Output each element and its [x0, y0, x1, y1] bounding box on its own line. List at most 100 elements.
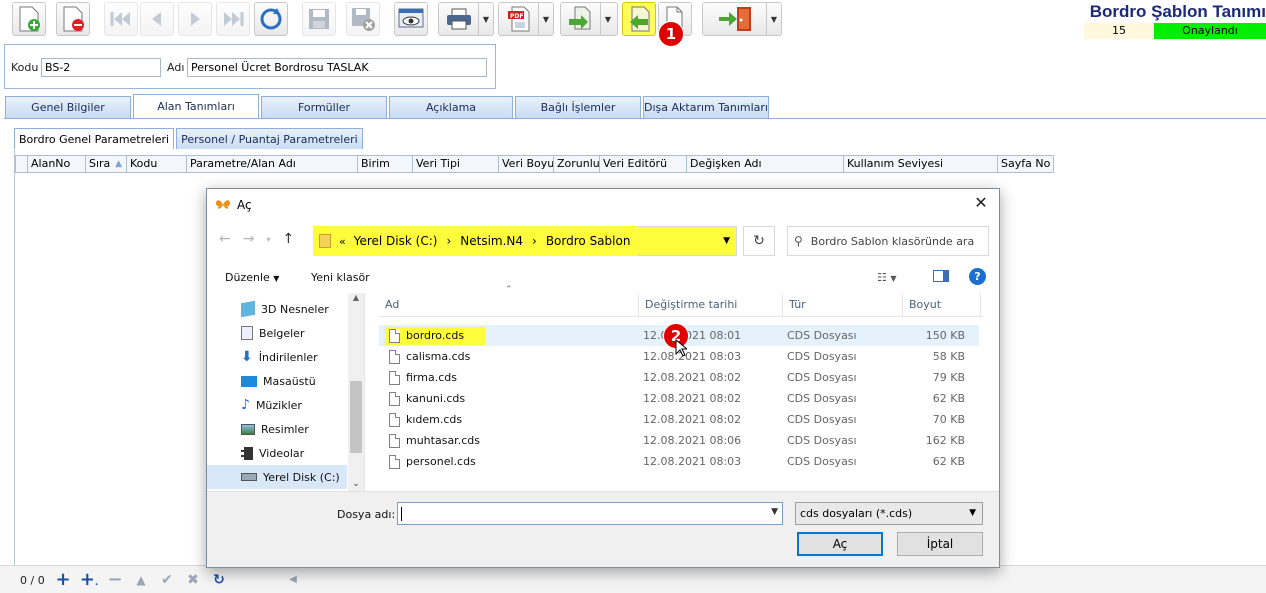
pdf-split-button[interactable]: PDF ▼: [498, 2, 554, 36]
preview-pane-icon[interactable]: [933, 270, 949, 285]
scroll-up-icon[interactable]: ▲: [348, 293, 364, 302]
sidebar-item-videos[interactable]: Videolar: [241, 441, 304, 465]
pdf-button[interactable]: PDF: [499, 3, 539, 35]
tab-alan-tanimlari[interactable]: Alan Tanımları: [133, 94, 259, 118]
nav-scroll-left-icon[interactable]: ◀: [282, 570, 304, 590]
first-record-button[interactable]: [104, 2, 138, 36]
preview-button[interactable]: [394, 2, 428, 36]
column-header-sira[interactable]: Sıra ▲: [86, 156, 127, 172]
cancel-changes-button[interactable]: [346, 2, 380, 36]
tab-bagli-islemler[interactable]: Bağlı İşlemler: [515, 96, 641, 118]
tab-formuller[interactable]: Formüller: [261, 96, 387, 118]
search-input[interactable]: ⚲ Bordro Sablon klasöründe ara: [787, 226, 989, 256]
nav-add-icon[interactable]: +: [52, 570, 74, 590]
sidebar-item-pictures[interactable]: Resimler: [241, 417, 309, 441]
previous-record-button[interactable]: [140, 2, 174, 36]
refresh-folder-icon[interactable]: ↻: [743, 226, 775, 256]
sidebar-item-documents[interactable]: Belgeler: [241, 321, 304, 345]
tab-aciklama[interactable]: Açıklama: [389, 96, 513, 118]
column-size[interactable]: Boyut: [903, 293, 981, 317]
close-icon[interactable]: ✕: [971, 193, 991, 213]
column-header-veri-tipi[interactable]: Veri Tipi: [413, 156, 499, 172]
file-row-kanuni[interactable]: kanuni.cds 12.08.2021 08:02 CDS Dosyası …: [379, 388, 979, 409]
sidebar-item-3d-objects[interactable]: 3D Nesneler: [241, 297, 329, 321]
path-overflow[interactable]: «: [339, 235, 346, 248]
save-button[interactable]: [302, 2, 336, 36]
path-segment-bordro-sablon[interactable]: Bordro Sablon: [546, 234, 631, 248]
file-row-kidem[interactable]: kıdem.cds 12.08.2021 08:02 CDS Dosyası 7…: [379, 409, 979, 430]
nav-apply-icon[interactable]: ✔: [156, 570, 178, 590]
column-header-veri-boyu[interactable]: Veri Boyu: [499, 156, 554, 172]
export-dropdown-icon[interactable]: ▼: [601, 3, 615, 35]
column-header-kullanim-seviyesi[interactable]: Kullanım Seviyesi: [844, 156, 998, 172]
column-header-veri-editoru[interactable]: Veri Editörü: [600, 156, 687, 172]
address-dropdown-icon[interactable]: ▼: [637, 226, 737, 256]
sidebar-scroll-thumb[interactable]: [350, 381, 362, 453]
new-folder-button[interactable]: Yeni klasör: [311, 271, 370, 284]
file-row-firma[interactable]: firma.cds 12.08.2021 08:02 CDS Dosyası 7…: [379, 367, 979, 388]
scroll-down-icon[interactable]: ⌄: [348, 479, 364, 489]
export-button[interactable]: [561, 3, 601, 35]
column-date[interactable]: Değiştirme tarihi: [639, 293, 783, 317]
sidebar-scrollbar[interactable]: ▲ ⌄: [348, 293, 364, 491]
file-icon: [389, 328, 400, 343]
file-type: CDS Dosyası: [787, 434, 857, 447]
path-segment-netsim[interactable]: Netsim.N4: [460, 234, 523, 248]
sidebar-item-desktop[interactable]: Masaüstü: [241, 369, 316, 393]
delete-document-button[interactable]: [56, 2, 90, 36]
nav-up-icon[interactable]: ▲: [130, 570, 152, 590]
column-header-degisken-adi[interactable]: Değişken Adı: [687, 156, 844, 172]
column-header-zorunlu[interactable]: Zorunlu: [554, 156, 600, 172]
up-arrow-icon[interactable]: ↑: [282, 231, 294, 249]
refresh-button[interactable]: [254, 2, 288, 36]
adi-field[interactable]: Personel Ücret Bordrosu TASLAK: [187, 58, 487, 77]
exit-split-button[interactable]: ▼: [702, 2, 782, 36]
nav-remove-icon[interactable]: −: [104, 570, 126, 590]
path-segment-drive[interactable]: Yerel Disk (C:): [354, 234, 438, 248]
column-header-alanno[interactable]: AlanNo: [28, 156, 86, 172]
nav-cancel-icon[interactable]: ✖: [182, 570, 204, 590]
view-options-icon[interactable]: ☷ ▼: [877, 271, 897, 284]
column-header-sayfa-no[interactable]: Sayfa No: [998, 156, 1053, 172]
cancel-button[interactable]: İptal: [897, 532, 983, 556]
tab-disa-aktarim[interactable]: Dışa Aktarım Tanımları: [643, 96, 769, 118]
print-button[interactable]: [439, 3, 479, 35]
nav-add-many-icon[interactable]: +.: [78, 570, 100, 590]
last-record-button[interactable]: [216, 2, 250, 36]
export-split-button[interactable]: ▼: [560, 2, 618, 36]
filename-input[interactable]: ▼: [397, 502, 783, 525]
back-arrow-icon[interactable]: ←: [219, 231, 231, 249]
column-header-parametre[interactable]: Parametre/Alan Adı: [187, 156, 358, 172]
sidebar-item-local-disk[interactable]: Yerel Disk (C:): [207, 465, 347, 489]
kodu-field[interactable]: BS-2: [41, 58, 161, 77]
tab-genel-bilgiler[interactable]: Genel Bilgiler: [5, 96, 131, 118]
column-name[interactable]: Ad: [379, 293, 639, 317]
recent-dropdown-icon[interactable]: ▾: [266, 231, 270, 249]
forward-arrow-icon[interactable]: →: [243, 231, 255, 249]
sidebar-item-music[interactable]: ♪ Müzikler: [241, 393, 302, 417]
column-header-birim[interactable]: Birim: [358, 156, 413, 172]
nav-refresh-icon[interactable]: ↻: [208, 570, 230, 590]
filter-value: cds dosyaları (*.cds): [800, 507, 913, 520]
file-row-muhtasar[interactable]: muhtasar.cds 12.08.2021 08:06 CDS Dosyas…: [379, 430, 979, 451]
exit-button[interactable]: [703, 3, 767, 35]
exit-dropdown-icon[interactable]: ▼: [767, 3, 781, 35]
organize-button[interactable]: Düzenle ▼: [225, 271, 279, 284]
subtab-bordro-genel[interactable]: Bordro Genel Parametreleri: [14, 128, 175, 149]
file-type-filter[interactable]: cds dosyaları (*.cds) ▼: [795, 502, 983, 525]
file-row-personel[interactable]: personel.cds 12.08.2021 08:03 CDS Dosyas…: [379, 451, 979, 472]
import-button[interactable]: [622, 2, 656, 36]
column-type[interactable]: Tür: [783, 293, 903, 317]
pdf-dropdown-icon[interactable]: ▼: [539, 3, 553, 35]
help-icon[interactable]: ?: [969, 268, 986, 285]
new-document-button[interactable]: [12, 2, 46, 36]
file-size: 62 KB: [932, 455, 965, 468]
next-record-button[interactable]: [178, 2, 212, 36]
subtab-personel-puantaj[interactable]: Personel / Puantaj Parametreleri: [176, 128, 363, 149]
print-split-button[interactable]: ▼: [438, 2, 494, 36]
print-dropdown-icon[interactable]: ▼: [479, 3, 493, 35]
open-button[interactable]: Aç: [797, 532, 883, 556]
filename-dropdown-icon[interactable]: ▼: [771, 507, 778, 517]
column-header-kodu[interactable]: Kodu: [127, 156, 187, 172]
sidebar-item-downloads[interactable]: ⬇ İndirilenler: [241, 345, 318, 369]
